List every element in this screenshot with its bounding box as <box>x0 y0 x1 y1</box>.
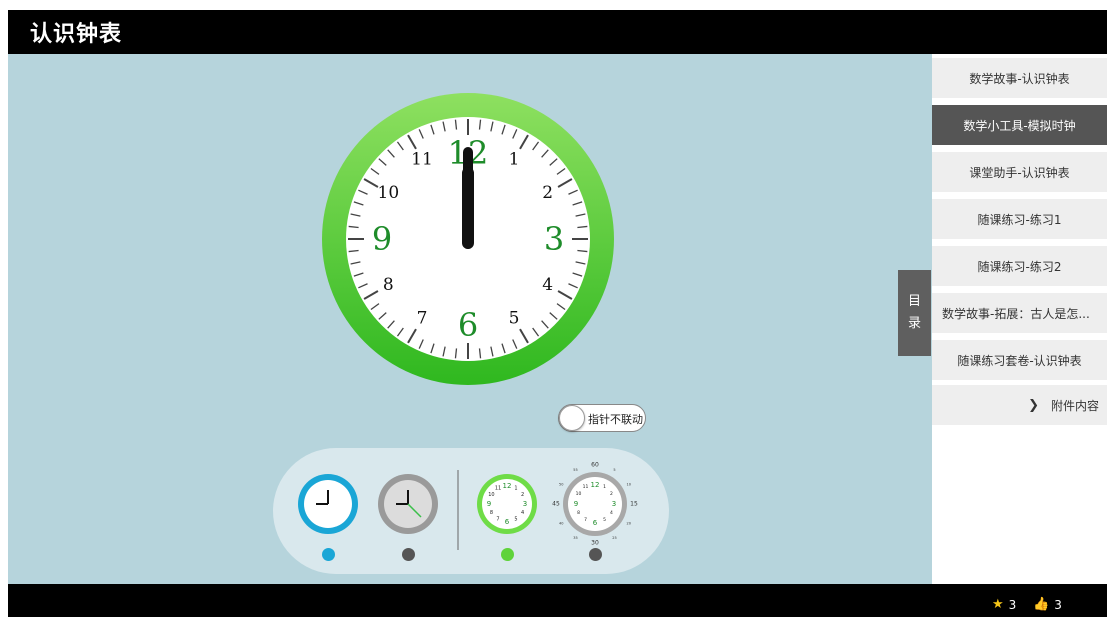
attachments-label: 附件内容 <box>1050 398 1099 413</box>
menu-item-exercise-1[interactable]: 随课练习-练习1 <box>932 199 1107 239</box>
gray-clock-tool[interactable] <box>378 474 438 534</box>
like-count: 3 <box>1054 597 1062 612</box>
sidebar-menu: 数学故事-认识钟表 数学小工具-模拟时钟 课堂助手-认识钟表 随课练习-练习1 … <box>932 54 1107 584</box>
clock-number: 9 <box>372 220 392 258</box>
mini-clock-number: 10 <box>488 492 494 498</box>
menu-item-exercise-set[interactable]: 随课练习套卷-认识钟表 <box>932 340 1107 380</box>
minute-scale-label: 55 <box>573 468 577 472</box>
mini-clock-number: 4 <box>610 510 613 516</box>
mini-clock-number: 3 <box>612 500 616 508</box>
minute-scale-label: 15 <box>630 501 638 508</box>
mini-clock-number: 6 <box>505 518 510 526</box>
toc-tab-label-top: 目 <box>907 294 921 309</box>
star-count: 3 <box>1008 597 1017 612</box>
minute-scale-label: 45 <box>552 501 560 508</box>
app-frame: 认识钟表 121234567891011 指针不联动 <box>0 0 1107 617</box>
hand-link-toggle[interactable]: 指针不联动 <box>558 404 646 432</box>
mini-clock-number: 8 <box>577 510 580 516</box>
clock-number: 7 <box>417 309 428 329</box>
mini-clock-number: 8 <box>490 510 493 516</box>
mini-clock-number: 5 <box>603 517 606 523</box>
bottom-bar: ★ 3 👍 3 <box>8 584 1107 617</box>
minute-scale-label: 5 <box>613 468 615 472</box>
minute-scale-label: 20 <box>627 522 631 526</box>
star-stat[interactable]: ★ 3 <box>992 597 1016 612</box>
thumbs-up-icon: 👍 <box>1033 597 1050 612</box>
blue-clock-tool[interactable] <box>298 474 358 534</box>
minutes-clock-tool[interactable]: 60510152025303540455055 12 1234567891011 <box>551 460 639 548</box>
clock-number: 5 <box>509 309 520 329</box>
mini-clock-number: 10 <box>576 491 582 497</box>
minute-scale-label: 10 <box>627 483 631 487</box>
clock-number: 10 <box>378 183 400 203</box>
hour-hand[interactable] <box>462 167 474 249</box>
mini-clock-number: 5 <box>514 517 517 523</box>
clock-number: 3 <box>544 220 564 258</box>
mini-clock-number: 1 <box>514 485 517 491</box>
like-stat[interactable]: 👍 3 <box>1033 597 1062 612</box>
menu-item-class-assistant[interactable]: 课堂助手-认识钟表 <box>932 152 1107 192</box>
green-clock-tool[interactable]: 12 1234567891011 <box>477 474 537 534</box>
minute-scale-label: 25 <box>612 536 616 540</box>
toc-tab-label-bottom: 录 <box>907 316 921 331</box>
mini-clock-number: 4 <box>521 510 524 516</box>
attachments-toggle[interactable]: ❯ 附件内容 <box>932 385 1107 425</box>
mini-clock-number: 7 <box>496 517 499 523</box>
mini-clock-number: 11 <box>495 485 501 491</box>
chevron-right-icon: ❯ <box>1028 397 1039 413</box>
mini-clock-number: 12 <box>503 482 512 490</box>
menu-item-story-extension[interactable]: 数学故事-拓展：古人是怎... <box>932 293 1107 333</box>
toggle-knob[interactable] <box>559 405 585 431</box>
minute-scale-label: 60 <box>591 462 599 469</box>
clock-stage: 121234567891011 指针不联动 <box>8 54 932 584</box>
minute-scale-label: 40 <box>559 522 563 526</box>
menu-item-math-story[interactable]: 数学故事-认识钟表 <box>932 58 1107 98</box>
clock-number: 2 <box>542 183 553 203</box>
mini-clock-number: 2 <box>610 491 613 497</box>
menu-item-exercise-2[interactable]: 随课练习-练习2 <box>932 246 1107 286</box>
menu-item-clock-tool[interactable]: 数学小工具-模拟时钟 <box>932 105 1107 145</box>
minute-scale-label: 30 <box>591 540 599 547</box>
title-bar: 认识钟表 <box>8 10 1107 54</box>
analog-clock[interactable]: 121234567891011 <box>318 89 618 389</box>
mini-clock-number: 12 <box>591 481 600 489</box>
clock-hands[interactable] <box>462 147 474 249</box>
page-title: 认识钟表 <box>30 22 123 47</box>
mini-clock-number: 6 <box>593 519 598 527</box>
mini-clock-number: 9 <box>487 500 491 508</box>
mini-clock-number: 1 <box>603 484 606 490</box>
clock-number: 8 <box>383 275 394 295</box>
clock-number: 1 <box>509 149 520 169</box>
toggle-label: 指针不联动 <box>588 413 643 426</box>
minute-scale-label: 35 <box>573 536 577 540</box>
clock-number: 11 <box>411 149 433 169</box>
clock-number: 4 <box>542 275 553 295</box>
clock-tool-tray: 12 1 2 3 4 5 6 7 8 9 10 11 60 5 10 15 20 25 30 35 40 45 50 55 … <box>273 448 669 574</box>
gray-clock-dot[interactable] <box>401 548 415 561</box>
toc-tab[interactable]: 目 录 <box>898 270 931 356</box>
mini-clock-number: 9 <box>574 500 578 508</box>
star-icon: ★ <box>992 597 1004 612</box>
mini-clock-number: 3 <box>523 500 527 508</box>
clock-number: 6 <box>458 306 478 344</box>
mini-clock-number: 11 <box>583 484 589 490</box>
minute-scale-label: 50 <box>559 483 563 487</box>
minutes-clock-dot[interactable] <box>588 548 602 561</box>
mini-clock-number: 7 <box>584 517 587 523</box>
mini-clock-number: 2 <box>521 492 524 498</box>
green-clock-dot[interactable] <box>500 548 514 561</box>
blue-clock-dot[interactable] <box>321 548 335 561</box>
